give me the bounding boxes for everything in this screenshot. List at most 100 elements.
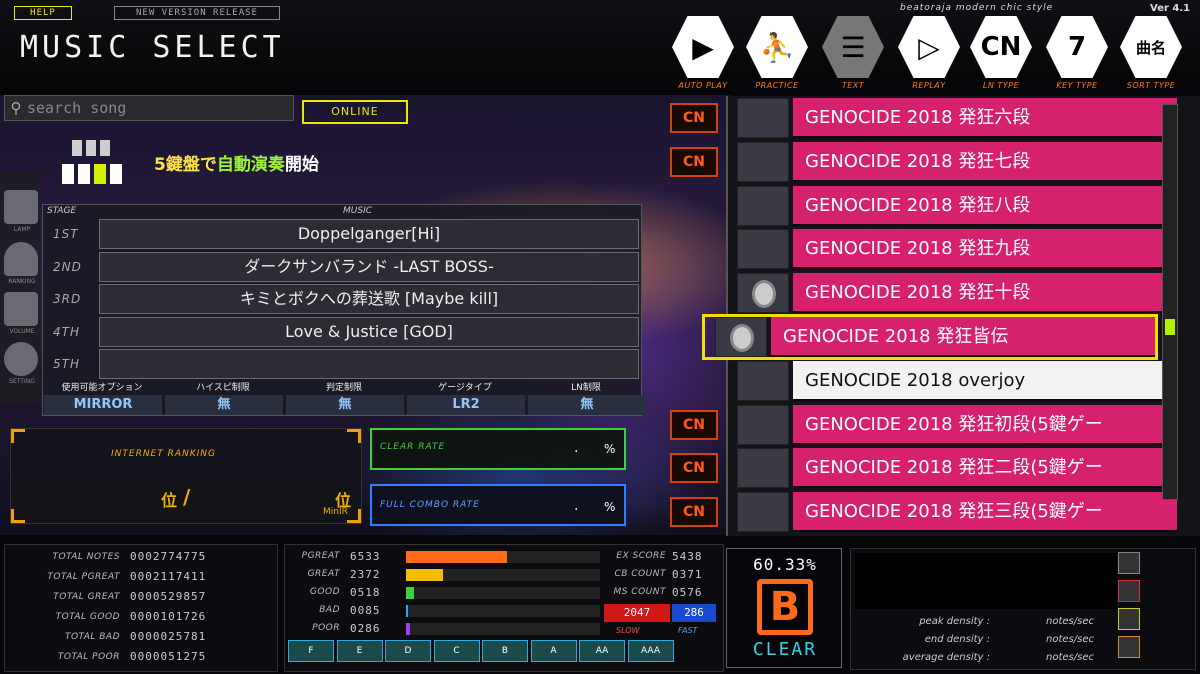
song-title[interactable]: GENOCIDE 2018 発狂二段(5鍵ゲー bbox=[793, 448, 1177, 489]
help-button[interactable]: HELP bbox=[14, 6, 72, 20]
cn-badge: CN bbox=[670, 409, 718, 440]
grade-cell: A bbox=[530, 640, 577, 662]
song-row[interactable]: GENOCIDE 2018 発狂八段 bbox=[727, 185, 1177, 226]
density-label: end density : bbox=[924, 634, 990, 645]
search-placeholder: search song bbox=[27, 99, 127, 117]
judge-label: PGREAT bbox=[301, 551, 340, 561]
fast-label: FAST bbox=[678, 626, 698, 635]
toolbar-label-2: PRACTICE bbox=[755, 81, 799, 90]
total-value: 0000025781 bbox=[130, 630, 207, 643]
grade-cell: F bbox=[288, 640, 334, 662]
option-value: 無 bbox=[528, 395, 646, 415]
option-value: MIRROR bbox=[44, 395, 162, 415]
scroll-thumb[interactable] bbox=[1165, 319, 1175, 335]
practice-icon: ⛹ bbox=[759, 30, 795, 64]
song-title[interactable]: GENOCIDE 2018 発狂八段 bbox=[793, 185, 1177, 226]
full-combo-rate-box: FULL COMBO RATE . % bbox=[370, 484, 626, 526]
cn-badge: CN bbox=[670, 497, 718, 528]
clear-status: CLEAR bbox=[752, 639, 818, 660]
option-header: 判定制限 bbox=[325, 383, 362, 393]
song-folder-icon bbox=[737, 141, 789, 182]
song-row[interactable]: GENOCIDE 2018 発狂六段 bbox=[727, 98, 1177, 138]
volume-icon[interactable] bbox=[4, 292, 38, 326]
song-title[interactable]: GENOCIDE 2018 発狂皆伝 bbox=[771, 317, 1155, 357]
toolbar-label-1: AUTO PLAY bbox=[678, 81, 728, 90]
option-value: 無 bbox=[286, 395, 404, 415]
judge-bar-fill bbox=[406, 623, 410, 635]
toolbar-icon-text: CN bbox=[980, 32, 1022, 62]
song-title[interactable]: GENOCIDE 2018 発狂初段(5鍵ゲー bbox=[793, 404, 1177, 445]
grade-cell: E bbox=[336, 640, 383, 662]
total-value: 0000051275 bbox=[130, 650, 207, 663]
page-title: MUSIC SELECT bbox=[20, 30, 285, 65]
judge-bar-fill bbox=[406, 587, 414, 599]
mode-prefix: 5鍵盤で bbox=[154, 155, 217, 175]
song-title[interactable]: GENOCIDE 2018 発狂七段 bbox=[793, 141, 1177, 182]
judge-bar-track bbox=[406, 605, 600, 617]
total-label: TOTAL PGREAT bbox=[47, 572, 120, 582]
version-label: Ver 4.1 bbox=[1150, 3, 1191, 14]
total-value: 0002117411 bbox=[130, 570, 207, 583]
result-box: 60.33% B CLEAR bbox=[726, 548, 842, 668]
total-label: TOTAL GOOD bbox=[55, 612, 120, 622]
song-row[interactable]: GENOCIDE 2018 overjoy bbox=[727, 360, 1177, 401]
total-value: 0000529857 bbox=[130, 590, 207, 603]
option-header: ゲージタイプ bbox=[438, 383, 492, 393]
music-header: MUSIC bbox=[343, 206, 373, 216]
search-icon: ⚲ bbox=[10, 99, 22, 117]
mode-message: 5鍵盤で自動演奏開始 bbox=[154, 150, 319, 175]
course-stage-row: 1ST Doppelganger[Hi] bbox=[47, 219, 647, 249]
grade-cell: B bbox=[482, 640, 528, 662]
total-label: TOTAL NOTES bbox=[52, 552, 120, 562]
song-title[interactable]: GENOCIDE 2018 発狂十段 bbox=[793, 273, 1177, 314]
song-row-selected[interactable]: GENOCIDE 2018 発狂皆伝 bbox=[702, 314, 1158, 360]
lamp-icon[interactable] bbox=[4, 190, 38, 224]
grade-cell: AA bbox=[579, 640, 625, 662]
song-row[interactable]: GENOCIDE 2018 発狂二段(5鍵ゲー bbox=[727, 448, 1177, 489]
trophy-icon[interactable] bbox=[4, 242, 38, 276]
total-value: 0002774775 bbox=[130, 550, 207, 563]
judge-label: POOR bbox=[312, 623, 340, 633]
legend-icons bbox=[1118, 552, 1140, 666]
song-title[interactable]: GENOCIDE 2018 発狂九段 bbox=[793, 229, 1177, 270]
toolbar-label-5: LN TYPE bbox=[982, 81, 1020, 90]
song-row[interactable]: GENOCIDE 2018 発狂七段 bbox=[727, 141, 1177, 182]
total-label: TOTAL BAD bbox=[64, 632, 120, 642]
stage-number: 2ND bbox=[53, 259, 82, 274]
song-title[interactable]: GENOCIDE 2018 発狂六段 bbox=[793, 98, 1177, 138]
minir-label: MinIR bbox=[323, 507, 348, 517]
song-row[interactable]: GENOCIDE 2018 発狂十段 bbox=[727, 273, 1177, 314]
song-title[interactable]: GENOCIDE 2018 発狂三段(5鍵ゲー bbox=[793, 492, 1177, 533]
fc-rate-dot: . bbox=[574, 498, 579, 514]
play-icon: ▶ bbox=[692, 30, 714, 64]
song-scrollbar[interactable] bbox=[1162, 104, 1178, 500]
gear-icon[interactable] bbox=[4, 342, 38, 376]
stage-song-title: キミとボクへの葬送歌 [Maybe kill] bbox=[99, 284, 639, 314]
song-row[interactable]: GENOCIDE 2018 発狂三段(5鍵ゲー bbox=[727, 492, 1177, 533]
clear-rate-box: CLEAR RATE . % bbox=[370, 428, 626, 470]
stage-number: 3RD bbox=[53, 292, 82, 306]
stage-song-title: ダークサンバランド -LAST BOSS- bbox=[99, 251, 639, 282]
new-version-button[interactable]: NEW VERSION RELEASE bbox=[114, 6, 280, 20]
online-button[interactable]: ONLINE bbox=[302, 100, 408, 124]
slow-count: 2047 bbox=[604, 604, 670, 622]
density-label: peak density : bbox=[919, 616, 990, 627]
medal-icon bbox=[752, 280, 776, 309]
ranking-title: INTERNET RANKING bbox=[111, 449, 217, 459]
option-header: ハイスピ制限 bbox=[196, 383, 250, 393]
clear-rate-dot: . bbox=[574, 440, 579, 456]
judge-value: 6533 bbox=[350, 550, 381, 563]
grade-badge: B bbox=[757, 579, 813, 635]
search-input[interactable]: ⚲ search song bbox=[4, 95, 294, 121]
song-folder-icon bbox=[737, 229, 789, 270]
course-stage-row: 3RD キミとボクへの葬送歌 [Maybe kill] bbox=[47, 284, 647, 314]
score-rate: 60.33% bbox=[753, 555, 817, 574]
song-row[interactable]: GENOCIDE 2018 発狂初段(5鍵ゲー bbox=[727, 404, 1177, 445]
judge-value: 0286 bbox=[350, 622, 381, 635]
song-row[interactable]: GENOCIDE 2018 発狂九段 bbox=[727, 229, 1177, 270]
stage-song-title: Doppelganger[Hi] bbox=[99, 219, 639, 249]
option-header: LN制限 bbox=[571, 383, 601, 393]
song-folder-icon bbox=[737, 185, 789, 226]
density-unit: notes/sec bbox=[1046, 652, 1094, 663]
song-title[interactable]: GENOCIDE 2018 overjoy bbox=[793, 360, 1177, 401]
